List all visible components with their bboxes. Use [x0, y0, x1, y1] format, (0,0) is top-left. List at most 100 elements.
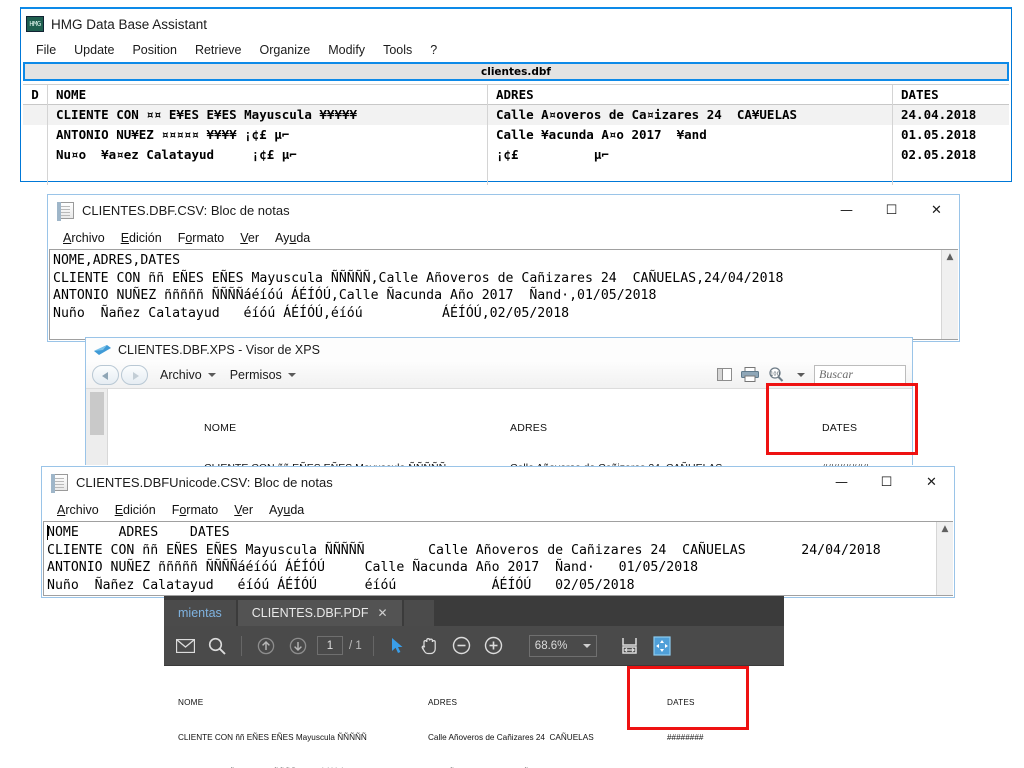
page-down-icon[interactable] [285, 633, 311, 659]
menu-ayuda[interactable]: Ayuda [261, 502, 312, 518]
hand-tool-icon[interactable] [417, 633, 443, 659]
notepad-csv-textarea[interactable]: NOME,ADRES,DATES CLIENTE CON ññ EÑES EÑE… [50, 250, 941, 339]
grid-cell-dates: 01.05.2018 [893, 125, 1003, 145]
minimize-button[interactable]: — [824, 195, 869, 226]
envelope-icon[interactable] [172, 633, 198, 659]
menu-ayuda[interactable]: Ayuda [267, 230, 318, 246]
notepad-csv-scrollbar[interactable]: ▲ [941, 250, 958, 339]
menu-file[interactable]: File [27, 42, 65, 58]
maximize-button[interactable]: ☐ [869, 195, 914, 226]
notepad-icon [51, 474, 68, 491]
menu-retrieve[interactable]: Retrieve [186, 42, 251, 58]
menu-position[interactable]: Position [123, 42, 185, 58]
pdf-dates-highlight-box [627, 666, 749, 730]
cursor-select-icon[interactable] [385, 633, 411, 659]
grid-cell-nome: ANTONIO NU¥EZ ¤¤¤¤¤ ¥¥¥¥ ¡¢£ µ⌐ [48, 125, 488, 145]
xps-toolbar-right: 100 Buscar [717, 365, 912, 384]
menu-organize[interactable]: Organize [251, 42, 320, 58]
tab-clientes-pdf[interactable]: CLIENTES.DBF.PDF ✕ [238, 600, 402, 626]
table-row[interactable]: CLIENTE CON ¤¤ E¥ES E¥ES Mayuscula ¥¥¥¥¥… [23, 105, 1009, 125]
pdf-toolbar: 1 / 1 [164, 626, 784, 666]
xps-page-thumbnail[interactable] [90, 392, 104, 435]
grid-col-header-nome[interactable]: NOME [48, 85, 488, 105]
menu-update[interactable]: Update [65, 42, 123, 58]
page-total-label: / 1 [349, 640, 362, 652]
pdf-tab-bar: mientas CLIENTES.DBF.PDF ✕ [164, 596, 784, 626]
grid-cell-d [23, 125, 48, 145]
page-number-input[interactable]: 1 [317, 636, 343, 655]
grid-col-header-adres[interactable]: ADRES [488, 85, 893, 105]
menu-edicion[interactable]: Edición [113, 230, 170, 246]
menu-ver[interactable]: Ver [232, 230, 267, 246]
notepad-unicode-window-controls: — ☐ ✕ [819, 467, 954, 498]
hmg-titlebar: HMG HMG Data Base Assistant [21, 9, 1011, 39]
xps-titlebar: CLIENTES.DBF.XPS - Visor de XPS [86, 338, 912, 361]
notepad-csv-window-controls: — ☐ ✕ [824, 195, 959, 226]
xps-thumbnail-pane[interactable] [86, 389, 108, 465]
hmg-window-title: HMG Data Base Assistant [51, 17, 207, 32]
notepad-unicode-textarea[interactable]: NOME ADRES DATES CLIENTE CON ññ EÑES EÑE… [44, 522, 936, 595]
menu-modify[interactable]: Modify [319, 42, 374, 58]
dbf-data-grid: D NOME ADRES DATES CLIENTE CON ¤¤ E¥ES E… [23, 84, 1009, 185]
minimize-button[interactable]: — [819, 467, 864, 498]
close-button[interactable]: ✕ [909, 467, 954, 498]
menu-tools[interactable]: Tools [374, 42, 421, 58]
table-row[interactable]: Nu¤o ¥a¤ez Calatayud ¡¢£ µ⌐ ¡¢£ µ⌐ 02.05… [23, 145, 1009, 165]
menu-ver[interactable]: Ver [226, 502, 261, 518]
zoom-out-icon[interactable] [449, 633, 475, 659]
svg-text:100: 100 [770, 371, 780, 377]
screenshot-root: HMG HMG Data Base Assistant File Update … [0, 0, 1024, 768]
close-icon[interactable]: ✕ [377, 606, 387, 620]
grid-empty-row[interactable] [23, 165, 1009, 185]
menu-archivo[interactable]: Archivo [55, 230, 113, 246]
grid-cell-adres: Calle A¤overos de Ca¤izares 24 CA¥UELAS [488, 105, 893, 125]
fit-page-icon[interactable] [649, 633, 675, 659]
chevron-down-icon [208, 373, 216, 377]
tab-herramientas[interactable]: mientas [164, 600, 236, 626]
printer-icon[interactable] [741, 367, 759, 382]
hmg-menubar: File Update Position Retrieve Organize M… [21, 39, 1011, 60]
menu-edicion[interactable]: Edición [107, 502, 164, 518]
zoom-level-dropdown[interactable]: 68.6% [529, 635, 597, 657]
notepad-icon [57, 202, 74, 219]
close-button[interactable]: ✕ [914, 195, 959, 226]
grid-cell-adres: ¡¢£ µ⌐ [488, 145, 893, 165]
dbf-child-window-title: clientes.dbf [23, 62, 1009, 81]
fit-width-icon[interactable] [617, 633, 643, 659]
layout-icon[interactable] [717, 368, 732, 381]
notepad-unicode-window: CLIENTES.DBFUnicode.CSV: Bloc de notas —… [41, 466, 955, 598]
menu-archivo[interactable]: Archivo [49, 502, 107, 518]
zoom-percent-icon[interactable]: 100 [768, 367, 788, 382]
search-icon[interactable] [204, 633, 230, 659]
grid-cell-d [23, 105, 48, 125]
menu-formato[interactable]: Formato [170, 230, 233, 246]
xps-menu-archivo[interactable]: Archivo [150, 368, 220, 382]
chevron-down-icon[interactable] [797, 373, 805, 377]
grid-cell-dates: 24.04.2018 [893, 105, 1003, 125]
notepad-csv-titlebar: CLIENTES.DBF.CSV: Bloc de notas — ☐ ✕ [48, 195, 959, 226]
maximize-button[interactable]: ☐ [864, 467, 909, 498]
menu-help[interactable]: ? [421, 42, 446, 58]
grid-col-header-dates[interactable]: DATES [893, 85, 1003, 105]
notepad-csv-title: CLIENTES.DBF.CSV: Bloc de notas [82, 203, 824, 218]
pdf-viewer-window: mientas CLIENTES.DBF.PDF ✕ [164, 596, 784, 760]
notepad-unicode-scrollbar[interactable]: ▲ [936, 522, 953, 595]
tab-new[interactable] [404, 600, 434, 626]
table-row[interactable]: ANTONIO NU¥EZ ¤¤¤¤¤ ¥¥¥¥ ¡¢£ µ⌐ Calle ¥a… [23, 125, 1009, 145]
grid-cell-nome: CLIENTE CON ¤¤ E¥ES E¥ES Mayuscula ¥¥¥¥¥ [48, 105, 488, 125]
back-arrow-icon[interactable] [92, 365, 119, 385]
notepad-unicode-menubar: Archivo Edición Formato Ver Ayuda [42, 498, 954, 521]
xps-viewer-icon [94, 343, 111, 356]
xps-menu-permisos[interactable]: Permisos [220, 368, 300, 382]
xps-viewer-window: CLIENTES.DBF.XPS - Visor de XPS Archivo … [85, 337, 913, 465]
zoom-in-icon[interactable] [481, 633, 507, 659]
forward-arrow-icon[interactable] [121, 365, 148, 385]
xps-search-input[interactable]: Buscar [814, 365, 906, 384]
xps-dates-highlight-box [766, 383, 918, 455]
chevron-down-icon [288, 373, 296, 377]
page-up-icon[interactable] [253, 633, 279, 659]
chevron-down-icon [583, 644, 591, 648]
pdf-column-nome: NOME CLIENTE CON ññ EÑES EÑES Mayuscula … [178, 674, 367, 768]
menu-formato[interactable]: Formato [164, 502, 227, 518]
grid-col-header-d[interactable]: D [23, 85, 48, 105]
